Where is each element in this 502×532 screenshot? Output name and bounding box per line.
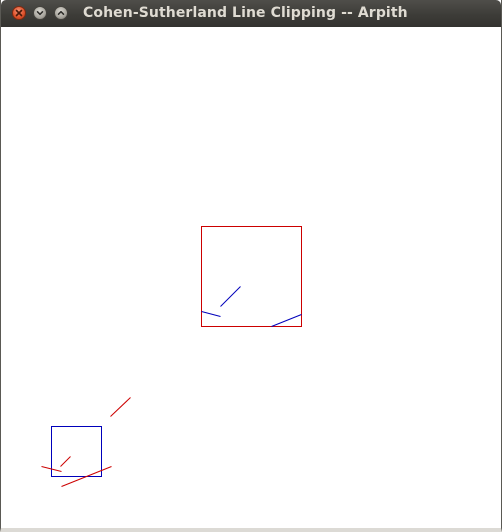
clip-window-red — [201, 226, 302, 327]
clipped-line-1 — [220, 286, 241, 307]
chevron-down-icon — [36, 11, 44, 16]
input-line-2 — [60, 456, 71, 467]
clipped-line-3 — [271, 314, 302, 327]
clipped-line-2 — [201, 311, 221, 317]
window-title: Cohen-Sutherland Line Clipping -- Arpith — [83, 5, 408, 21]
input-line-1 — [110, 397, 131, 417]
app-window: Cohen-Sutherland Line Clipping -- Arpith — [0, 0, 502, 532]
drawing-canvas[interactable] — [1, 27, 501, 528]
clip-window-blue — [51, 426, 102, 477]
drawing-surface — [41, 226, 302, 487]
chevron-up-icon — [57, 10, 65, 15]
close-button[interactable] — [12, 6, 26, 20]
minimize-button[interactable] — [33, 6, 47, 20]
title-bar[interactable]: Cohen-Sutherland Line Clipping -- Arpith — [1, 0, 501, 27]
maximize-button[interactable] — [54, 6, 68, 20]
close-icon — [15, 9, 23, 17]
